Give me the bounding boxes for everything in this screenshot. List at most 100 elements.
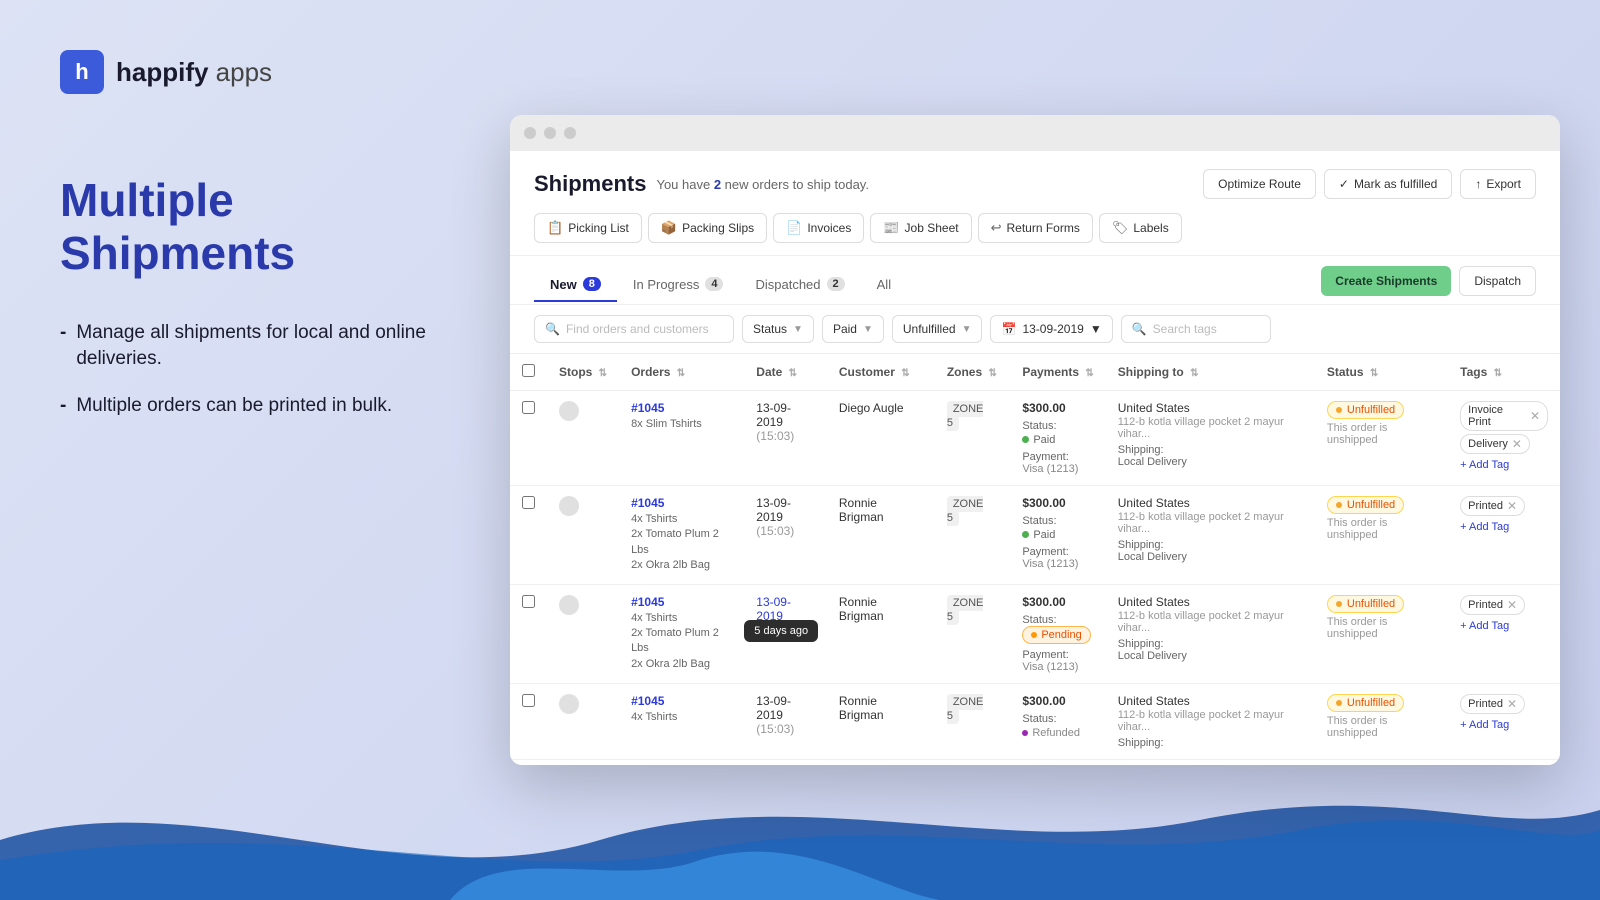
table-row: #1045 4x Tshirts 13-09-2019 (15:03) Ronn… — [510, 683, 1560, 759]
row2-stop — [547, 486, 619, 585]
search-placeholder: Find orders and customers — [566, 322, 709, 336]
row3-shipping: United States 112-b kotla village pocket… — [1106, 584, 1315, 683]
row1-order: #1045 8x Slim Tshirts — [619, 391, 744, 486]
tags-search-box[interactable]: 🔍 Search tags — [1121, 315, 1271, 343]
status-arrow-icon: ▼ — [793, 324, 803, 335]
row1-payments: $300.00 Status: Paid Payment: Visa (1213… — [1010, 391, 1105, 486]
invoices-button[interactable]: 📄 Invoices — [773, 213, 864, 243]
mark-fulfilled-button[interactable]: ✓ Mark as fulfilled — [1324, 169, 1452, 199]
row3-select — [510, 584, 547, 683]
row2-order-items: 4x Tshirts2x Tomato Plum 2 Lbs2x Okra 2l… — [631, 512, 732, 574]
row4-order-link[interactable]: #1045 — [631, 694, 664, 708]
row4-order: #1045 4x Tshirts — [619, 683, 744, 759]
tab-dispatched[interactable]: Dispatched 2 — [739, 269, 860, 302]
row2-date: 13-09-2019 (15:03) — [744, 486, 827, 585]
row2-order-link[interactable]: #1045 — [631, 496, 664, 510]
tag-close-icon[interactable]: ✕ — [1507, 697, 1517, 711]
row3-stop — [547, 584, 619, 683]
row2-payments: $300.00 Status: Paid Payment: Visa (1213… — [1010, 486, 1105, 585]
tag-close-icon[interactable]: ✕ — [1507, 499, 1517, 513]
row2-order: #1045 4x Tshirts2x Tomato Plum 2 Lbs2x O… — [619, 486, 744, 585]
row3-payments: $300.00 Status: Pending Payment: Visa (1… — [1010, 584, 1105, 683]
mark-icon: ✓ — [1339, 177, 1349, 191]
row1-customer: Diego Augle — [827, 391, 935, 486]
packing-slips-button[interactable]: 📦 Packing Slips — [648, 213, 767, 243]
tab-dispatched-badge: 2 — [827, 277, 845, 291]
col-select — [510, 354, 547, 391]
filter-row: 🔍 Find orders and customers Status ▼ Pai… — [510, 305, 1560, 354]
picking-list-button[interactable]: 📋 Picking List — [534, 213, 642, 243]
row4-checkbox[interactable] — [522, 694, 535, 707]
left-panel: h happify apps MultipleShipments Manage … — [0, 0, 510, 900]
paid-filter[interactable]: Paid ▼ — [822, 315, 884, 343]
row1-zone: ZONE 5 — [935, 391, 1011, 486]
tab-in-progress[interactable]: In Progress 4 — [617, 269, 740, 302]
table-row: #1045 4x Tshirts2x Tomato Plum 2 Lbs2x O… — [510, 486, 1560, 585]
tag-delivery: Delivery ✕ — [1460, 434, 1530, 454]
row4-stop — [547, 683, 619, 759]
tags-search-icon: 🔍 — [1132, 322, 1147, 336]
add-tag-link-4[interactable]: + Add Tag — [1460, 719, 1548, 731]
row4-shipping: United States 112-b kotla village pocket… — [1106, 683, 1315, 759]
return-forms-button[interactable]: ↩ Return Forms — [978, 213, 1093, 243]
row3-order-link[interactable]: #1045 — [631, 595, 664, 609]
labels-button[interactable]: 🏷 Labels — [1099, 213, 1182, 243]
picking-list-icon: 📋 — [547, 220, 563, 236]
app-title-area: Shipments You have 2 new orders to ship … — [534, 171, 869, 197]
tag-close-icon[interactable]: ✕ — [1512, 437, 1522, 451]
select-all-checkbox[interactable] — [522, 364, 535, 377]
row3-order: #1045 4x Tshirts2x Tomato Plum 2 Lbs2x O… — [619, 584, 744, 683]
row1-select — [510, 391, 547, 486]
row1-order-link[interactable]: #1045 — [631, 401, 664, 415]
logo-icon: h — [60, 50, 104, 94]
create-shipments-button[interactable]: Create Shipments — [1321, 266, 1451, 296]
logo-area: h happify apps — [60, 50, 450, 94]
window-close-btn[interactable] — [524, 127, 536, 139]
row4-status: Unfulfilled This order is unshipped — [1315, 683, 1448, 759]
tab-new-badge: 8 — [583, 277, 601, 291]
row2-tags: Printed ✕ + Add Tag — [1448, 486, 1560, 585]
col-orders: Orders ⇅ — [619, 354, 744, 391]
row1-checkbox[interactable] — [522, 401, 535, 414]
tag-printed-4: Printed ✕ — [1460, 694, 1525, 714]
job-sheet-icon: 📰 — [883, 220, 899, 236]
row2-shipping: United States 112-b kotla village pocket… — [1106, 486, 1315, 585]
add-tag-link-1[interactable]: + Add Tag — [1460, 459, 1548, 471]
order-search-box[interactable]: 🔍 Find orders and customers — [534, 315, 734, 343]
tabs-left: New 8 In Progress 4 Dispatched 2 All — [534, 269, 907, 302]
window-maximize-btn[interactable] — [564, 127, 576, 139]
row4-order-items: 4x Tshirts — [631, 710, 732, 725]
return-forms-icon: ↩ — [991, 220, 1002, 236]
col-shipping-to: Shipping to ⇅ — [1106, 354, 1315, 391]
table-container: Stops ⇅ Orders ⇅ Date ⇅ Customer ⇅ Zones… — [510, 354, 1560, 765]
row3-checkbox[interactable] — [522, 595, 535, 608]
tab-in-progress-badge: 4 — [705, 277, 723, 291]
row3-status: Unfulfilled This order is unshipped — [1315, 584, 1448, 683]
row2-checkbox[interactable] — [522, 496, 535, 509]
row3-order-items: 4x Tshirts2x Tomato Plum 2 Lbs2x Okra 2l… — [631, 611, 732, 673]
tag-close-icon[interactable]: ✕ — [1530, 409, 1540, 423]
window-content: Shipments You have 2 new orders to ship … — [510, 151, 1560, 765]
tab-all[interactable]: All — [861, 269, 907, 302]
optimize-route-button[interactable]: Optimize Route — [1203, 169, 1316, 199]
tabs-row: New 8 In Progress 4 Dispatched 2 All Cre… — [510, 256, 1560, 305]
row1-stop — [547, 391, 619, 486]
header-top: Shipments You have 2 new orders to ship … — [534, 169, 1536, 199]
window-minimize-btn[interactable] — [544, 127, 556, 139]
app-title: Shipments — [534, 171, 646, 197]
col-tags: Tags ⇅ — [1448, 354, 1560, 391]
app-window: Shipments You have 2 new orders to ship … — [510, 115, 1560, 765]
add-tag-link-2[interactable]: + Add Tag — [1460, 521, 1548, 533]
export-button[interactable]: ↑ Export — [1460, 169, 1536, 199]
add-tag-link-3[interactable]: + Add Tag — [1460, 620, 1548, 632]
status-filter[interactable]: Status ▼ — [742, 315, 814, 343]
job-sheet-button[interactable]: 📰 Job Sheet — [870, 213, 971, 243]
date-filter[interactable]: 📅 13-09-2019 ▼ — [990, 315, 1112, 343]
dispatch-button[interactable]: Dispatch — [1459, 266, 1536, 296]
table-row: #1045 4x Tshirts2x Tomato Plum 2 Lbs2x O… — [510, 584, 1560, 683]
tag-close-icon[interactable]: ✕ — [1507, 598, 1517, 612]
row4-zone: ZONE 5 — [935, 683, 1011, 759]
row1-status: Unfulfilled This order is unshipped — [1315, 391, 1448, 486]
tab-new[interactable]: New 8 — [534, 269, 617, 302]
unfulfilled-filter[interactable]: Unfulfilled ▼ — [892, 315, 983, 343]
